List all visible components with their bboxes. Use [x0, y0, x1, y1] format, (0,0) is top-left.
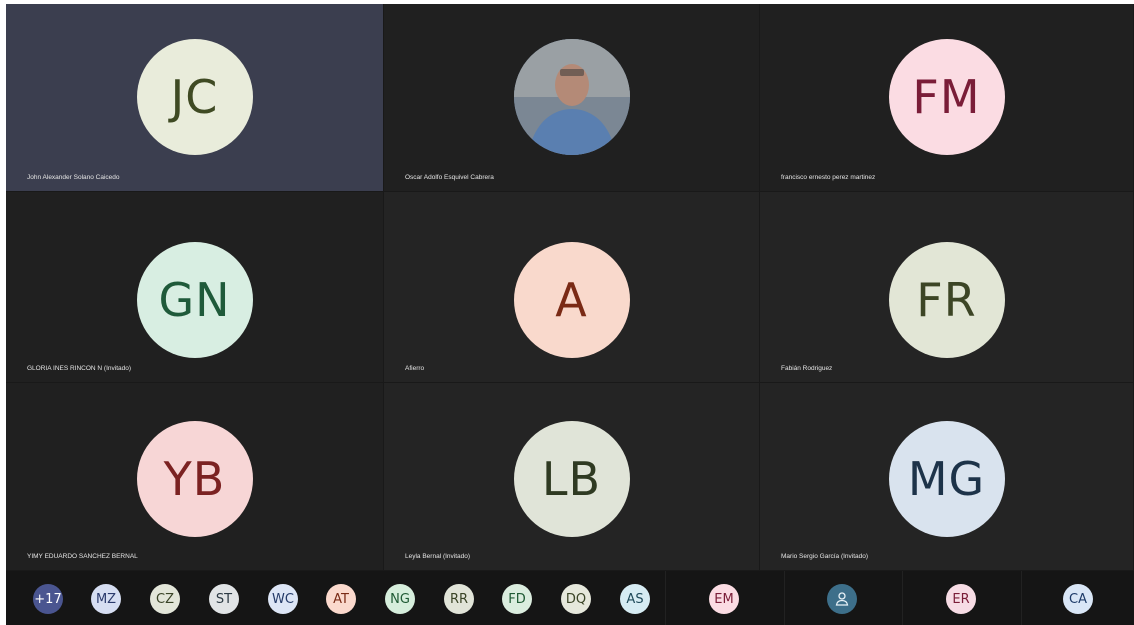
tray-avatar[interactable]: DQ — [561, 584, 591, 614]
participant-name: GLORIA INES RINCON N (Invitado) — [27, 365, 132, 372]
participant-name: Oscar Adolfo Esquivel Cabrera — [405, 174, 494, 181]
participant-avatar: FM — [888, 39, 1005, 155]
participant-photo — [513, 39, 630, 155]
participant-tray: +17 MZ CZ ST WC AT NG RR FD DQ AS EM ER … — [6, 571, 1134, 625]
participant-name: Mario Sergio García (Invitado) — [781, 553, 869, 560]
tray-divider — [784, 571, 785, 625]
participant-name: YIMY EDUARDO SANCHEZ BERNAL — [27, 553, 138, 560]
tray-divider — [902, 571, 903, 625]
tray-avatar[interactable]: AS — [620, 584, 650, 614]
participant-name: John Alexander Solano Caicedo — [27, 174, 120, 181]
participant-tile[interactable]: YB YIMY EDUARDO SANCHEZ BERNAL — [6, 383, 384, 571]
person-icon — [835, 592, 849, 606]
participant-avatar: GN — [136, 242, 253, 358]
tray-avatar[interactable]: AT — [326, 584, 356, 614]
participant-tile[interactable]: FR Fabián Rodriguez — [760, 192, 1134, 383]
participant-tile[interactable]: Oscar Adolfo Esquivel Cabrera — [384, 4, 760, 192]
tray-avatar[interactable]: EM — [709, 584, 739, 614]
participant-name: Fabián Rodriguez — [781, 365, 833, 372]
participant-tile[interactable]: MG Mario Sergio García (Invitado) — [760, 383, 1134, 571]
meeting-stage: JC John Alexander Solano Caicedo Oscar A… — [6, 4, 1134, 625]
participant-tile[interactable]: GN GLORIA INES RINCON N (Invitado) — [6, 192, 384, 383]
more-participants-button[interactable]: +17 — [33, 584, 63, 614]
tray-divider — [1021, 571, 1022, 625]
tray-divider — [665, 571, 666, 625]
participant-avatar: MG — [888, 421, 1005, 537]
participant-avatar: JC — [136, 39, 253, 155]
participant-grid: JC John Alexander Solano Caicedo Oscar A… — [6, 4, 1134, 571]
tray-avatar[interactable]: CZ — [150, 584, 180, 614]
tray-avatar[interactable]: NG — [385, 584, 415, 614]
participant-avatar: LB — [513, 421, 630, 537]
tray-avatar[interactable] — [827, 584, 857, 614]
participant-tile[interactable]: FM francisco ernesto perez martinez — [760, 4, 1134, 192]
participant-name: Afierro — [405, 365, 425, 372]
tray-avatar[interactable]: ER — [946, 584, 976, 614]
participant-tile[interactable]: JC John Alexander Solano Caicedo — [6, 4, 384, 192]
participant-tile[interactable]: A Afierro — [384, 192, 760, 383]
tray-avatar[interactable]: MZ — [91, 584, 121, 614]
participant-avatar: A — [513, 242, 630, 358]
participant-name: Leyla Bernal (Invitado) — [405, 553, 471, 560]
participant-avatar: FR — [888, 242, 1005, 358]
tray-avatar[interactable]: RR — [444, 584, 474, 614]
tray-avatar[interactable]: ST — [209, 584, 239, 614]
participant-tile[interactable]: LB Leyla Bernal (Invitado) — [384, 383, 760, 571]
tray-avatar[interactable]: CA — [1063, 584, 1093, 614]
tray-avatar[interactable]: FD — [502, 584, 532, 614]
tray-avatar[interactable]: WC — [268, 584, 298, 614]
participant-avatar: YB — [136, 421, 253, 537]
participant-name: francisco ernesto perez martinez — [781, 174, 876, 181]
